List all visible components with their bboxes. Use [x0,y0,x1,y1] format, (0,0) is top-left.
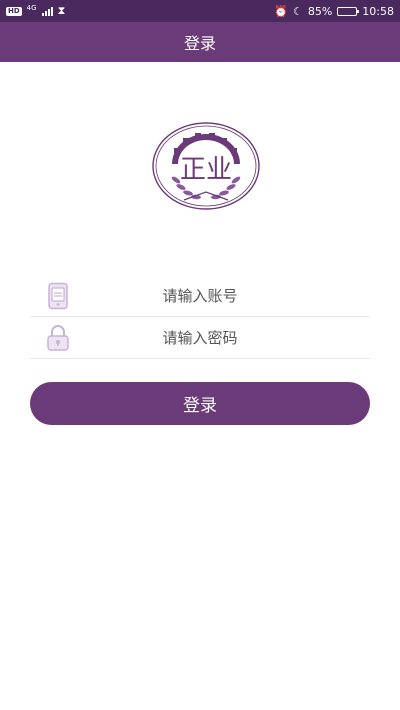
hd-badge: HD [6,6,22,16]
password-field [30,317,370,359]
alarm-icon: ⏰ [274,4,288,18]
page-title: 登录 [183,34,216,53]
status-left: HD 4G ⧗ [6,4,65,18]
lock-icon [47,325,69,351]
clock: 10:58 [362,4,394,18]
moon-icon: ☾ [292,4,303,18]
battery-icon [337,6,360,16]
network-type: 4G [26,4,37,12]
account-input[interactable] [72,275,328,317]
password-input[interactable] [72,317,328,359]
signal-icon [41,6,53,16]
title-bar: 登录 [0,22,400,62]
login-button[interactable]: 登录 [30,382,370,425]
status-right: ⏰ ☾ 85% 10:58 [274,5,394,18]
phone-icon [48,282,68,310]
battery-percent: 85% [307,4,333,18]
hourglass-icon: ⧗ [57,4,66,17]
status-bar: HD 4G ⧗ ⏰ ☾ 85% 10:58 [0,0,400,22]
account-field [30,275,370,317]
logo-text: 正业 [180,155,232,185]
company-logo: 正业 [152,122,260,210]
